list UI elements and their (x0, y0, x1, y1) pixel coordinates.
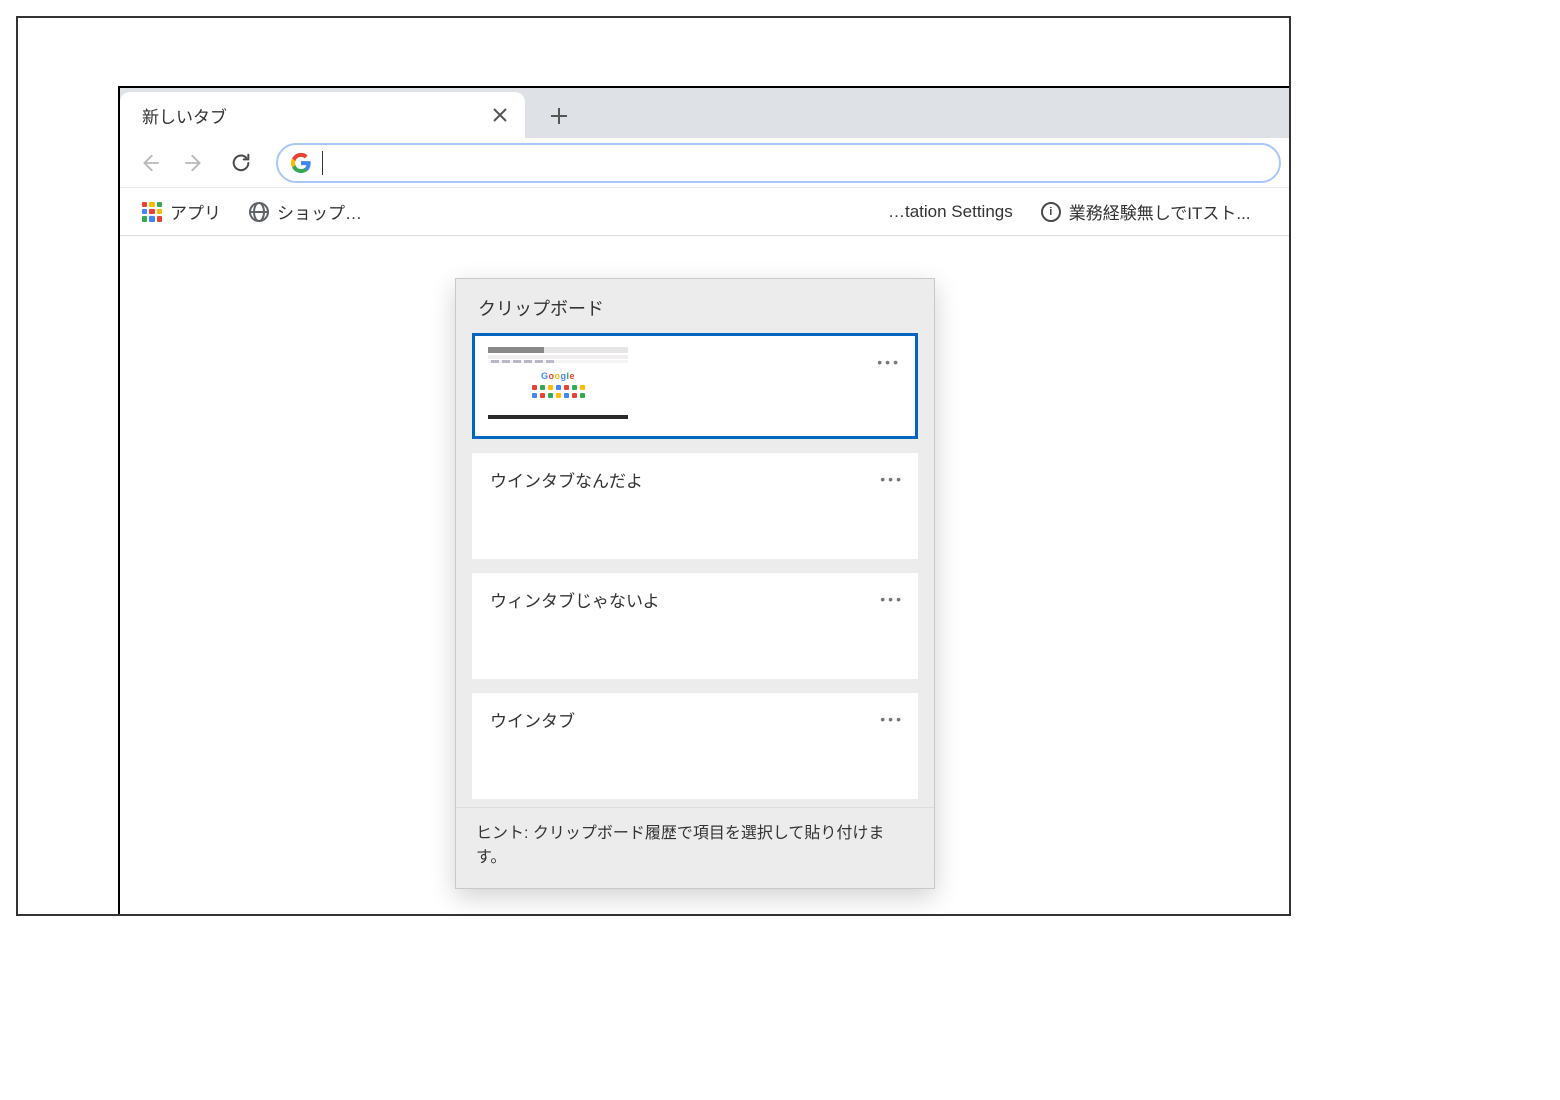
clipboard-item[interactable]: ウインタブなんだよ ••• (472, 453, 918, 559)
google-logo-thumb: Google (541, 371, 575, 381)
screenshot-frame: 新しいタブ (16, 16, 1291, 916)
more-icon[interactable]: ••• (880, 711, 904, 727)
clipboard-list: Google ••• ウインタブなんだよ ••• (456, 333, 934, 807)
bookmark-station-settings[interactable]: …tation Settings (878, 196, 1023, 228)
clipboard-panel: クリップボード Google (455, 278, 935, 889)
bookmark-apps[interactable]: アプリ (132, 193, 231, 230)
clipboard-item-text: ウィンタブじゃないよ (490, 592, 660, 611)
clipboard-hint: ヒント: クリップボード履歴で項目を選択して貼り付けます。 (456, 807, 934, 888)
bookmark-it[interactable]: i 業務経験無しでITスト... (1031, 193, 1261, 230)
more-icon[interactable]: ••• (880, 471, 904, 487)
apps-grid-icon (142, 202, 162, 222)
bookmark-label: …tation Settings (888, 202, 1013, 222)
more-icon[interactable]: ••• (880, 591, 904, 607)
clipboard-item[interactable]: ウィンタブじゃないよ ••• (472, 573, 918, 679)
clipboard-item[interactable]: ウインタブ ••• (472, 693, 918, 799)
bookmark-shop[interactable]: ショップ… (239, 193, 372, 230)
info-icon: i (1041, 202, 1061, 222)
clipboard-item-text: ウインタブ (490, 712, 575, 731)
bookmark-label: アプリ (170, 199, 221, 224)
clipboard-title: クリップボード (456, 279, 934, 333)
close-icon[interactable] (489, 104, 511, 126)
address-input[interactable] (323, 145, 1267, 181)
bookmarks-bar: アプリ ショップ… …tation Settings i 業務経験無しでITスト… (120, 188, 1289, 236)
chrome-window: 新しいタブ (118, 86, 1289, 914)
reload-button[interactable] (220, 142, 262, 184)
clipboard-item-text: ウインタブなんだよ (490, 472, 643, 491)
more-icon[interactable]: ••• (877, 354, 901, 370)
bookmark-label: 業務経験無しでITスト... (1069, 199, 1251, 224)
tab-title: 新しいタブ (142, 103, 489, 128)
back-button[interactable] (128, 142, 170, 184)
clipboard-thumbnail: Google (488, 347, 628, 419)
new-tab-button[interactable] (539, 96, 579, 136)
tab-strip: 新しいタブ (120, 88, 1289, 138)
google-g-icon (290, 152, 312, 174)
browser-tab[interactable]: 新しいタブ (120, 92, 525, 138)
clipboard-item[interactable]: Google ••• (472, 333, 918, 439)
address-bar[interactable] (276, 143, 1281, 183)
toolbar (120, 138, 1289, 188)
globe-icon (249, 202, 269, 222)
forward-button[interactable] (174, 142, 216, 184)
bookmark-label: ショップ… (277, 199, 362, 224)
